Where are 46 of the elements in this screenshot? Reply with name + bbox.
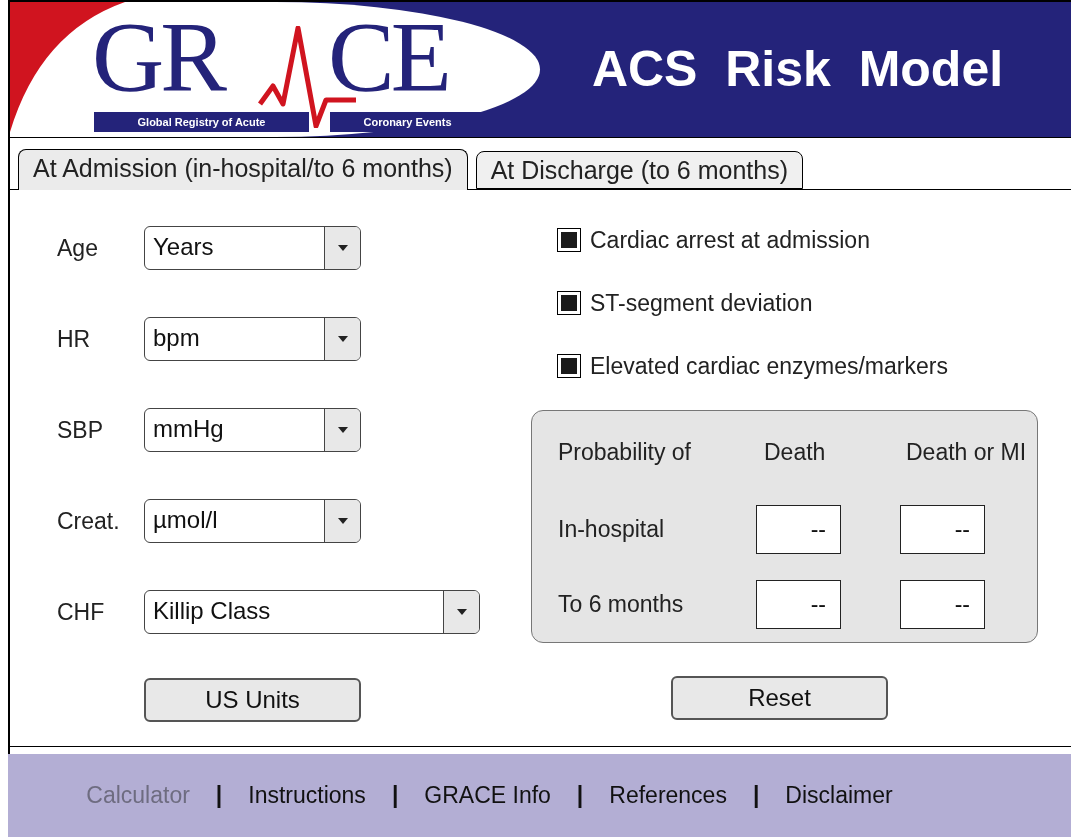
us-units-button[interactable]: US Units (144, 678, 361, 722)
column-header: Death or MI (906, 437, 1028, 467)
caret-icon (337, 245, 348, 251)
separator: | (391, 781, 399, 811)
column-header: Probability of (558, 437, 692, 467)
field-label: Creat. (57, 506, 121, 536)
tab[interactable]: At Admission (in-hospital/to 6 months) (18, 149, 468, 190)
dropdown[interactable]: bpm (144, 317, 361, 361)
checkbox-label: ST-segment deviation (590, 288, 813, 318)
dropdown[interactable]: Years (144, 226, 361, 270)
row-label: In-hospital (558, 515, 666, 545)
separator: | (576, 781, 584, 811)
tab[interactable]: At Discharge (to 6 months) (475, 151, 803, 189)
checkbox[interactable] (557, 291, 581, 315)
dropdown[interactable]: mmHg (144, 408, 361, 452)
column-header: Death (764, 437, 827, 467)
checkbox[interactable] (557, 228, 581, 252)
nav-link[interactable]: GRACE Info (424, 778, 551, 813)
dropdown[interactable]: µmol/l (144, 499, 361, 543)
logo-letters: GR (92, 2, 223, 112)
row-label: To 6 months (558, 589, 685, 619)
nav-link[interactable]: Instructions (248, 778, 366, 813)
result-field: -- (756, 505, 841, 554)
checkbox[interactable] (557, 354, 581, 378)
result-field: -- (900, 505, 985, 554)
nav-link[interactable]: Disclaimer (785, 778, 893, 813)
dropdown[interactable]: Killip Class (144, 590, 480, 634)
field-label: HR (57, 324, 92, 354)
logo-letters: CE (328, 2, 448, 112)
nav-link[interactable]: References (609, 778, 727, 813)
field-label: Age (57, 233, 99, 263)
separator: | (752, 781, 760, 811)
field-label: SBP (57, 415, 105, 445)
app-title: ACS Risk Model (591, 40, 1004, 99)
result-field: -- (900, 579, 985, 629)
field-label: CHF (57, 597, 106, 627)
reset-button[interactable]: Reset (671, 676, 888, 720)
checkbox-label: Cardiac arrest at admission (590, 225, 870, 255)
logo-tagline: Global Registry of Acute (94, 112, 309, 132)
caret-icon (337, 336, 348, 342)
separator: | (215, 781, 223, 811)
checkbox-label: Elevated cardiac enzymes/markers (590, 351, 948, 381)
caret-icon (337, 427, 348, 433)
caret-icon (456, 609, 467, 615)
result-field: -- (756, 579, 841, 629)
caret-icon (337, 518, 348, 524)
